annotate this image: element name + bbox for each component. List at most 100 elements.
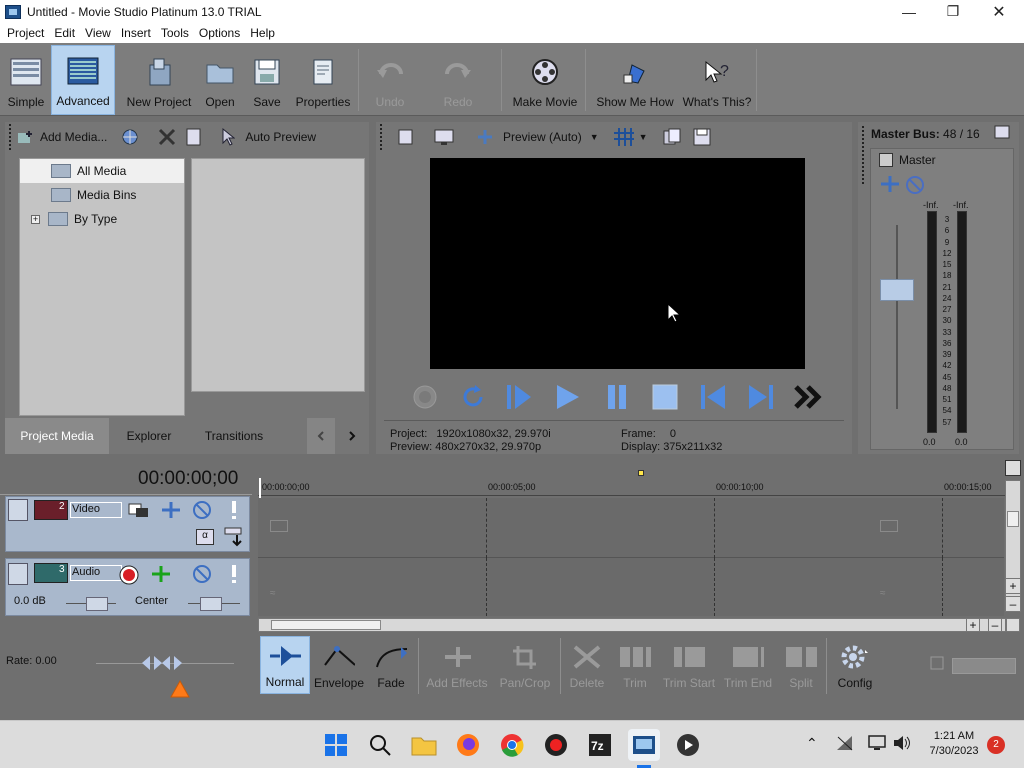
zoom-in-horizontal-button[interactable]: +	[966, 618, 980, 632]
delete-button[interactable]: Delete	[564, 636, 610, 694]
envelope-edit-tool[interactable]: Envelope	[314, 636, 364, 694]
save-button[interactable]: Save	[249, 45, 285, 115]
volume-slider-handle[interactable]	[86, 597, 108, 611]
playhead[interactable]	[259, 478, 261, 498]
tab-project-media[interactable]: Project Media	[5, 418, 109, 454]
menu-view[interactable]: View	[80, 26, 116, 40]
stop-button[interactable]	[650, 380, 680, 414]
track-fx-icon[interactable]	[160, 501, 182, 522]
cursor-marker[interactable]	[638, 470, 644, 476]
horizontal-scrollbar[interactable]	[258, 618, 1006, 632]
tab-scroll-right[interactable]	[337, 418, 367, 454]
pan-crop-button[interactable]: Pan/Crop	[496, 636, 554, 694]
scrub-control-icon[interactable]	[140, 654, 186, 675]
close-button[interactable]: ✕	[976, 0, 1022, 23]
menu-project[interactable]: Project	[2, 26, 49, 40]
show-me-how-button[interactable]: Show Me How	[595, 45, 675, 115]
show-hidden-icons[interactable]: ⌃	[806, 735, 818, 752]
undo-button[interactable]: Undo	[370, 45, 410, 115]
trim-button[interactable]: Trim	[612, 636, 658, 694]
firefox-icon[interactable]	[452, 729, 484, 761]
zoom-out-horizontal-button[interactable]: –	[988, 618, 1002, 632]
video-preview[interactable]	[430, 158, 805, 369]
display-icon[interactable]	[868, 735, 886, 754]
media-properties-icon[interactable]	[185, 127, 203, 147]
split-button[interactable]: Split	[778, 636, 824, 694]
menu-insert[interactable]: Insert	[116, 26, 156, 40]
media-player-icon[interactable]	[672, 729, 704, 761]
play-button[interactable]	[552, 380, 582, 414]
menu-help[interactable]: Help	[245, 26, 280, 40]
new-project-button[interactable]: New Project	[124, 45, 194, 115]
menu-tools[interactable]: Tools	[156, 26, 194, 40]
config-button[interactable]: Config	[830, 636, 880, 694]
compositing-mode-icon[interactable]	[128, 501, 150, 522]
grid-icon[interactable]	[613, 127, 635, 147]
menu-options[interactable]: Options	[194, 26, 245, 40]
master-fx-chain-icon[interactable]	[879, 175, 901, 196]
preview-quality-dropdown[interactable]: Preview (Auto)	[503, 130, 582, 144]
chrome-icon[interactable]	[496, 729, 528, 761]
notification-badge[interactable]: 2	[987, 736, 1005, 754]
whats-this-button[interactable]: ? What's This?	[682, 45, 752, 115]
search-icon[interactable]	[364, 729, 396, 761]
tree-item-by-type[interactable]: + By Type	[20, 207, 184, 231]
redo-button[interactable]: Redo	[438, 45, 478, 115]
normal-edit-tool[interactable]: Normal	[260, 636, 310, 694]
audio-solo-icon[interactable]	[230, 564, 238, 587]
zoom-out-vertical-button[interactable]: –	[1005, 596, 1021, 612]
7zip-icon[interactable]: 7z	[584, 729, 616, 761]
movie-studio-taskbar-icon[interactable]	[628, 729, 660, 761]
expand-icon[interactable]: +	[31, 214, 40, 224]
tree-item-all-media[interactable]: All Media	[20, 159, 184, 183]
track-motion-icon[interactable]	[224, 527, 244, 550]
master-mute-icon[interactable]	[905, 175, 925, 198]
maximize-button[interactable]: ❐	[930, 0, 976, 23]
volume-icon[interactable]	[892, 734, 912, 755]
network-icon[interactable]	[836, 735, 854, 754]
loop-playback-button[interactable]	[458, 380, 488, 414]
add-media-button[interactable]: Add Media...	[40, 130, 107, 144]
video-track-lane[interactable]	[258, 498, 1004, 558]
minimize-button[interactable]: —	[886, 0, 932, 23]
video-track-name[interactable]: Video	[70, 502, 122, 518]
add-effects-button[interactable]: Add Effects	[426, 636, 488, 694]
play-from-start-button[interactable]	[504, 380, 534, 414]
arm-record-icon[interactable]	[118, 564, 140, 589]
track-collapse-icon[interactable]	[8, 563, 28, 585]
start-button[interactable]	[320, 729, 352, 761]
simple-button[interactable]: Simple	[4, 45, 48, 115]
go-to-start-button[interactable]	[698, 380, 728, 414]
preview-properties-icon[interactable]	[397, 128, 415, 146]
scrub-pointer-icon[interactable]	[170, 679, 190, 701]
chevron-down-icon[interactable]: ▼	[639, 132, 648, 142]
marker-toggle-icon[interactable]	[1005, 460, 1021, 476]
tab-scroll-left[interactable]	[307, 418, 335, 454]
audio-fx-icon[interactable]	[150, 565, 172, 586]
copy-snapshot-icon[interactable]	[662, 127, 682, 147]
vertical-scroll-thumb[interactable]	[1007, 511, 1019, 527]
audio-mute-icon[interactable]	[192, 564, 212, 587]
fade-edit-tool[interactable]: Fade	[368, 636, 414, 694]
audio-track-header[interactable]: 3 Audio 0.0 dB Center	[5, 558, 250, 616]
make-movie-button[interactable]: Make Movie	[510, 45, 580, 115]
tab-explorer[interactable]: Explorer	[111, 418, 187, 454]
tree-item-media-bins[interactable]: Media Bins	[20, 183, 184, 207]
delete-media-icon[interactable]	[157, 127, 177, 147]
track-mute-icon[interactable]	[192, 500, 212, 523]
zoom-in-vertical-button[interactable]: +	[1005, 578, 1021, 594]
tab-transitions[interactable]: Transitions	[189, 418, 279, 454]
record-button[interactable]	[410, 380, 440, 414]
horizontal-scroll-thumb[interactable]	[271, 620, 381, 630]
alpha-icon[interactable]: α	[196, 529, 214, 545]
zoom-slider[interactable]	[952, 658, 1016, 674]
audio-track-lane[interactable]: ≈ ≈	[258, 558, 1004, 616]
zoom-tool-icon[interactable]	[1006, 618, 1020, 632]
properties-button[interactable]: Properties	[293, 45, 353, 115]
system-clock[interactable]: 1:21 AM 7/30/2023	[922, 729, 986, 759]
auto-preview-icon[interactable]	[219, 127, 236, 147]
trim-start-button[interactable]: Trim Start	[660, 636, 718, 694]
pause-button[interactable]	[602, 380, 632, 414]
video-track-header[interactable]: 2 Video α	[5, 496, 250, 552]
audio-track-name[interactable]: Audio	[70, 565, 122, 581]
